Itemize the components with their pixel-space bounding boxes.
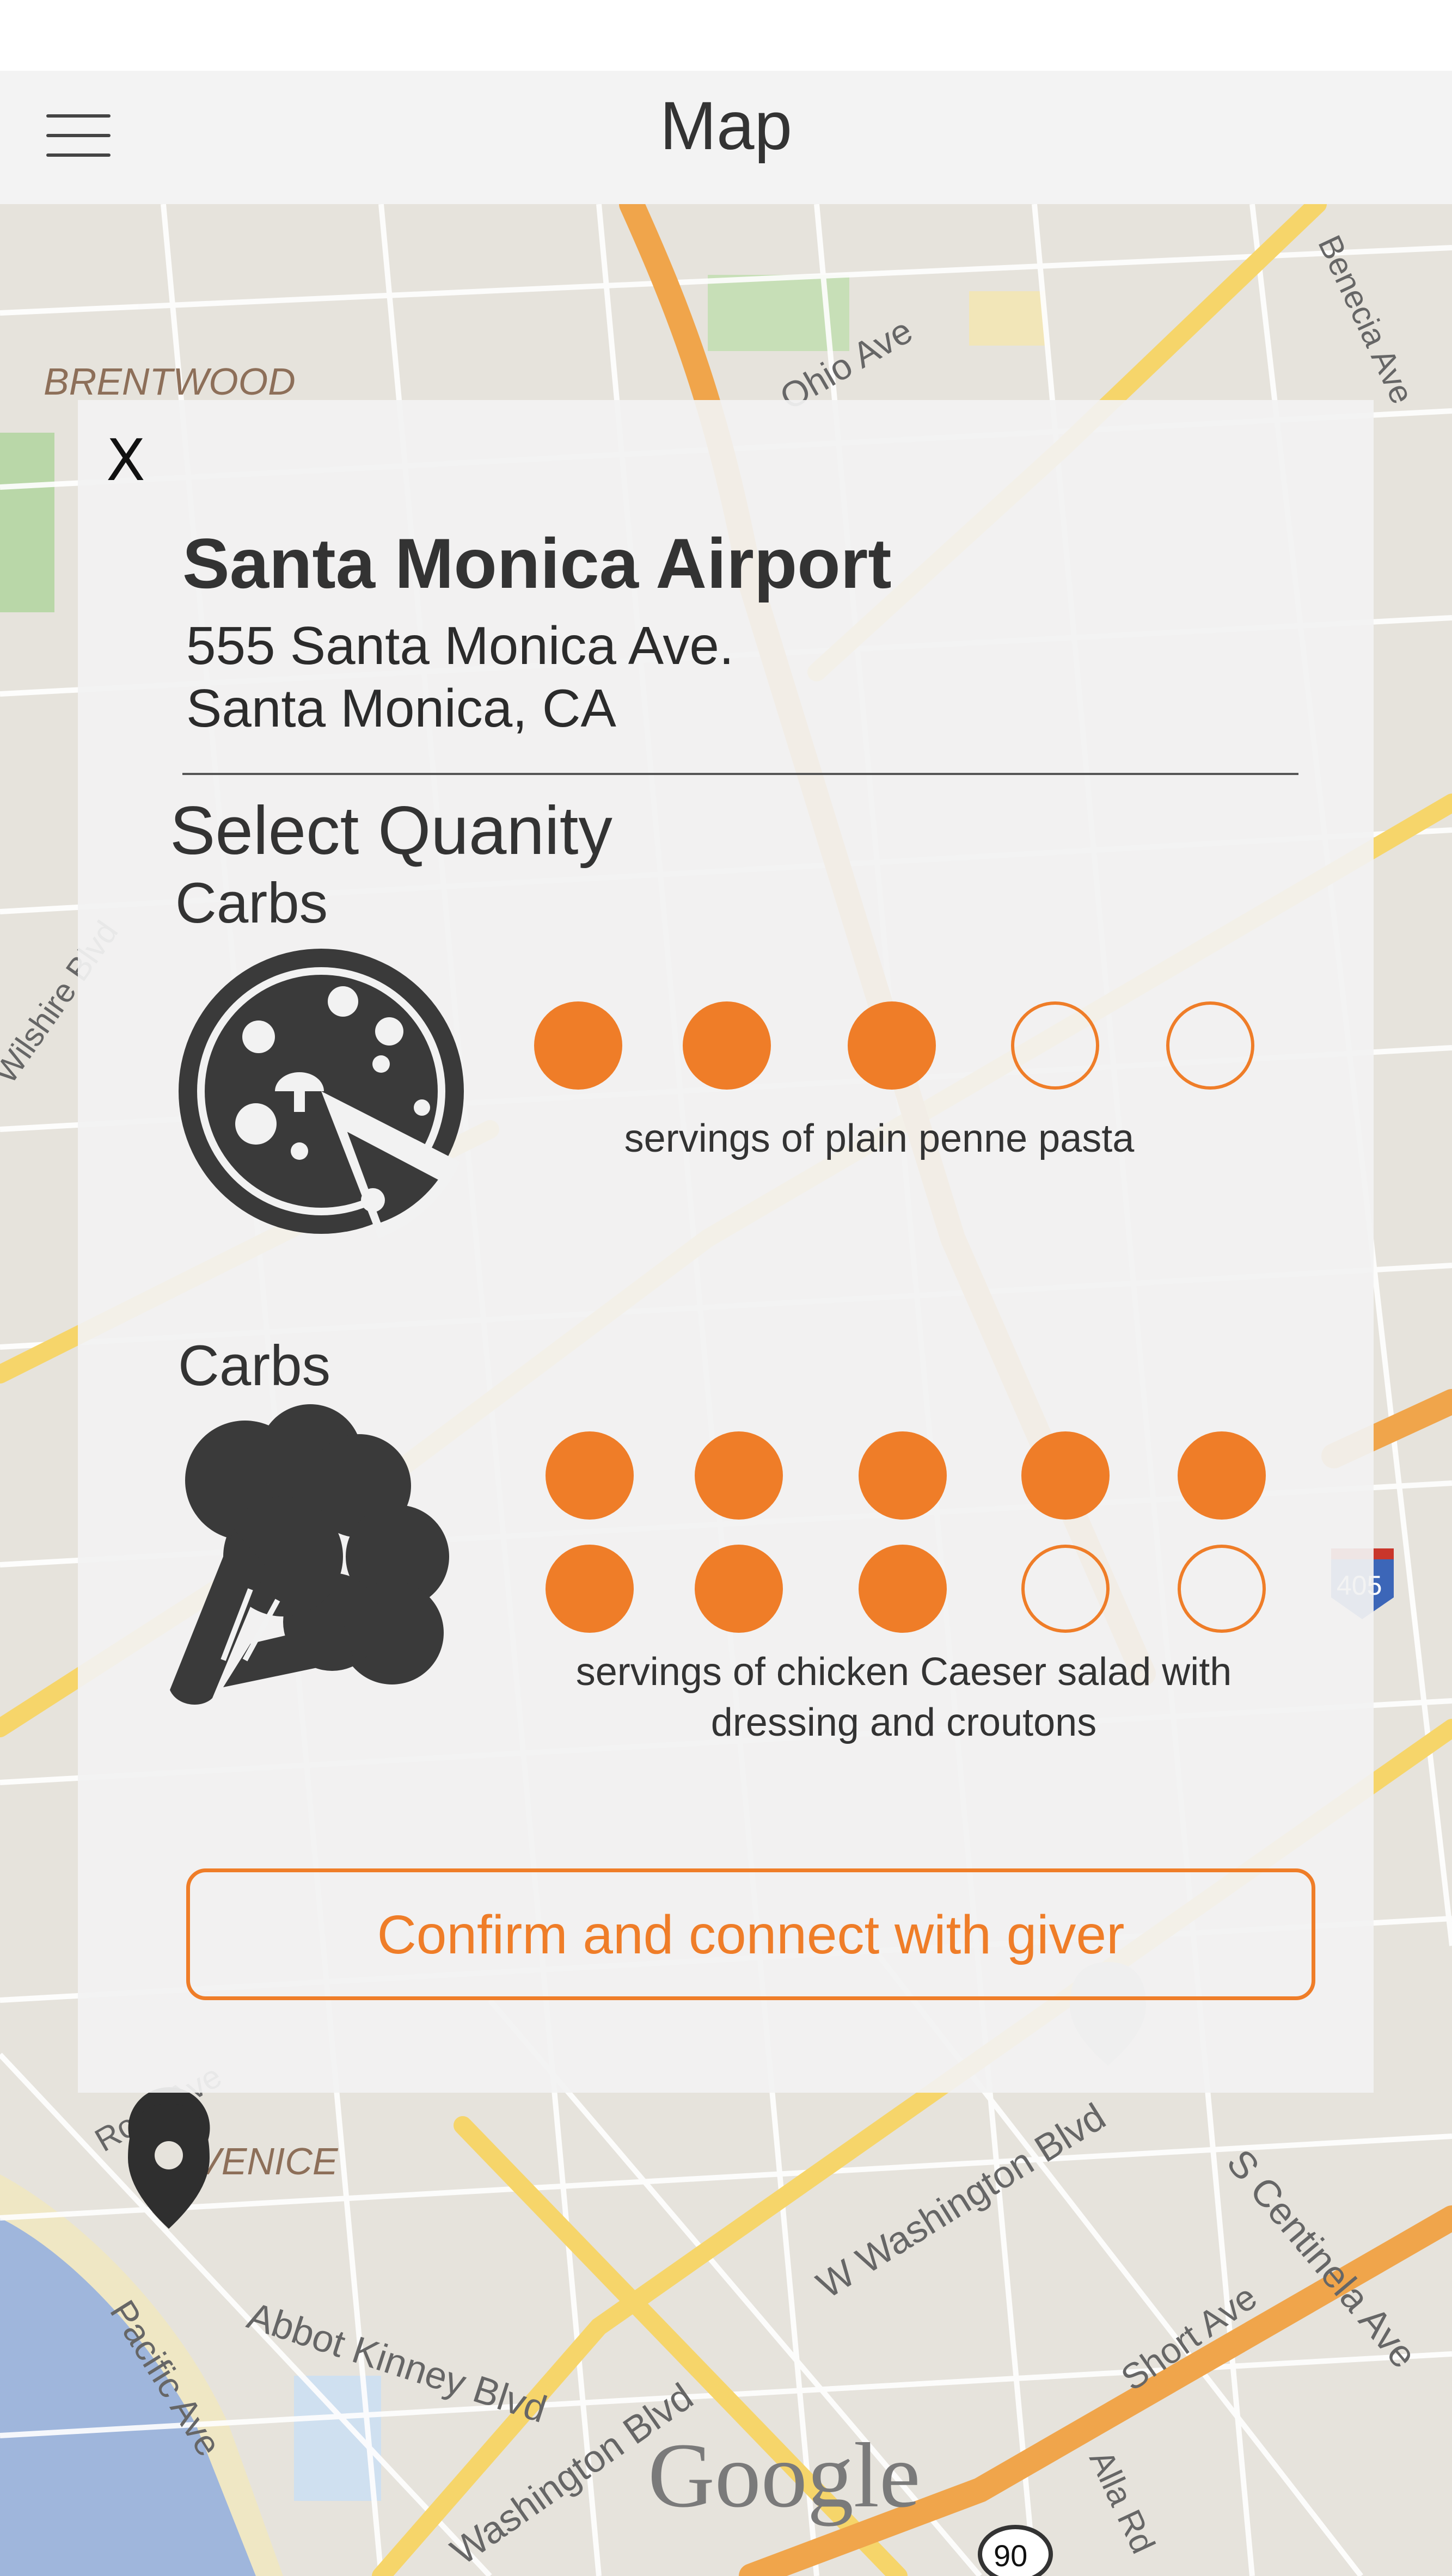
map-label-brentwood: BRENTWOOD (44, 360, 296, 403)
quantity-dot-5[interactable] (1178, 1431, 1266, 1520)
top-app-bar: Map (0, 71, 1452, 205)
quantity-dot-9[interactable] (1021, 1545, 1110, 1633)
category-label: Carbs (175, 871, 328, 935)
place-name: Santa Monica Airport (182, 524, 892, 603)
quantity-dot-2[interactable] (683, 1001, 771, 1090)
category-label: Carbs (178, 1334, 331, 1398)
map-label-benecia: Benecia Ave (1311, 230, 1420, 409)
close-button[interactable]: X (106, 427, 145, 494)
quantity-dot-3[interactable] (859, 1431, 947, 1520)
quantity-dot-1[interactable] (546, 1431, 634, 1520)
address-line-1: 555 Santa Monica Ave. (186, 616, 734, 675)
quantity-dot-2[interactable] (695, 1431, 783, 1520)
page-title: Map (659, 88, 793, 164)
quantity-dot-1[interactable] (534, 1001, 622, 1090)
quantity-dot-5[interactable] (1166, 1001, 1254, 1090)
svg-text:90: 90 (994, 2538, 1027, 2573)
quantity-dot-10[interactable] (1178, 1545, 1266, 1633)
quantity-dot-6[interactable] (546, 1545, 634, 1633)
map-google-logo: Google (648, 2424, 920, 2526)
map-label-venice: VENICE (196, 2140, 339, 2182)
address-line-2: Santa Monica, CA (186, 678, 616, 738)
route-shield-90: 90 (978, 2525, 1053, 2576)
hamburger-menu-icon[interactable] (46, 114, 111, 157)
confirm-connect-button[interactable]: Confirm and connect with giver (186, 1868, 1315, 2000)
quantity-dot-4[interactable] (1011, 1001, 1099, 1090)
status-bar (0, 0, 1452, 71)
quantity-dot-3[interactable] (848, 1001, 936, 1090)
serving-description-line-2: dressing and croutons (710, 1701, 1097, 1744)
pizza-icon (177, 944, 471, 1252)
quantity-dot-4[interactable] (1021, 1431, 1110, 1520)
divider (182, 773, 1298, 775)
quantity-dot-8[interactable] (859, 1545, 947, 1633)
quantity-dot-7[interactable] (695, 1545, 783, 1633)
select-quantity-heading: Select Quanity (170, 793, 612, 869)
broccoli-icon (163, 1404, 474, 1717)
serving-description-line-1: servings of chicken Caeser salad with (575, 1650, 1232, 1694)
serving-description: servings of plain penne pasta (624, 1117, 1135, 1160)
map-label-alla-rd: Alla Rd (1082, 2445, 1162, 2559)
